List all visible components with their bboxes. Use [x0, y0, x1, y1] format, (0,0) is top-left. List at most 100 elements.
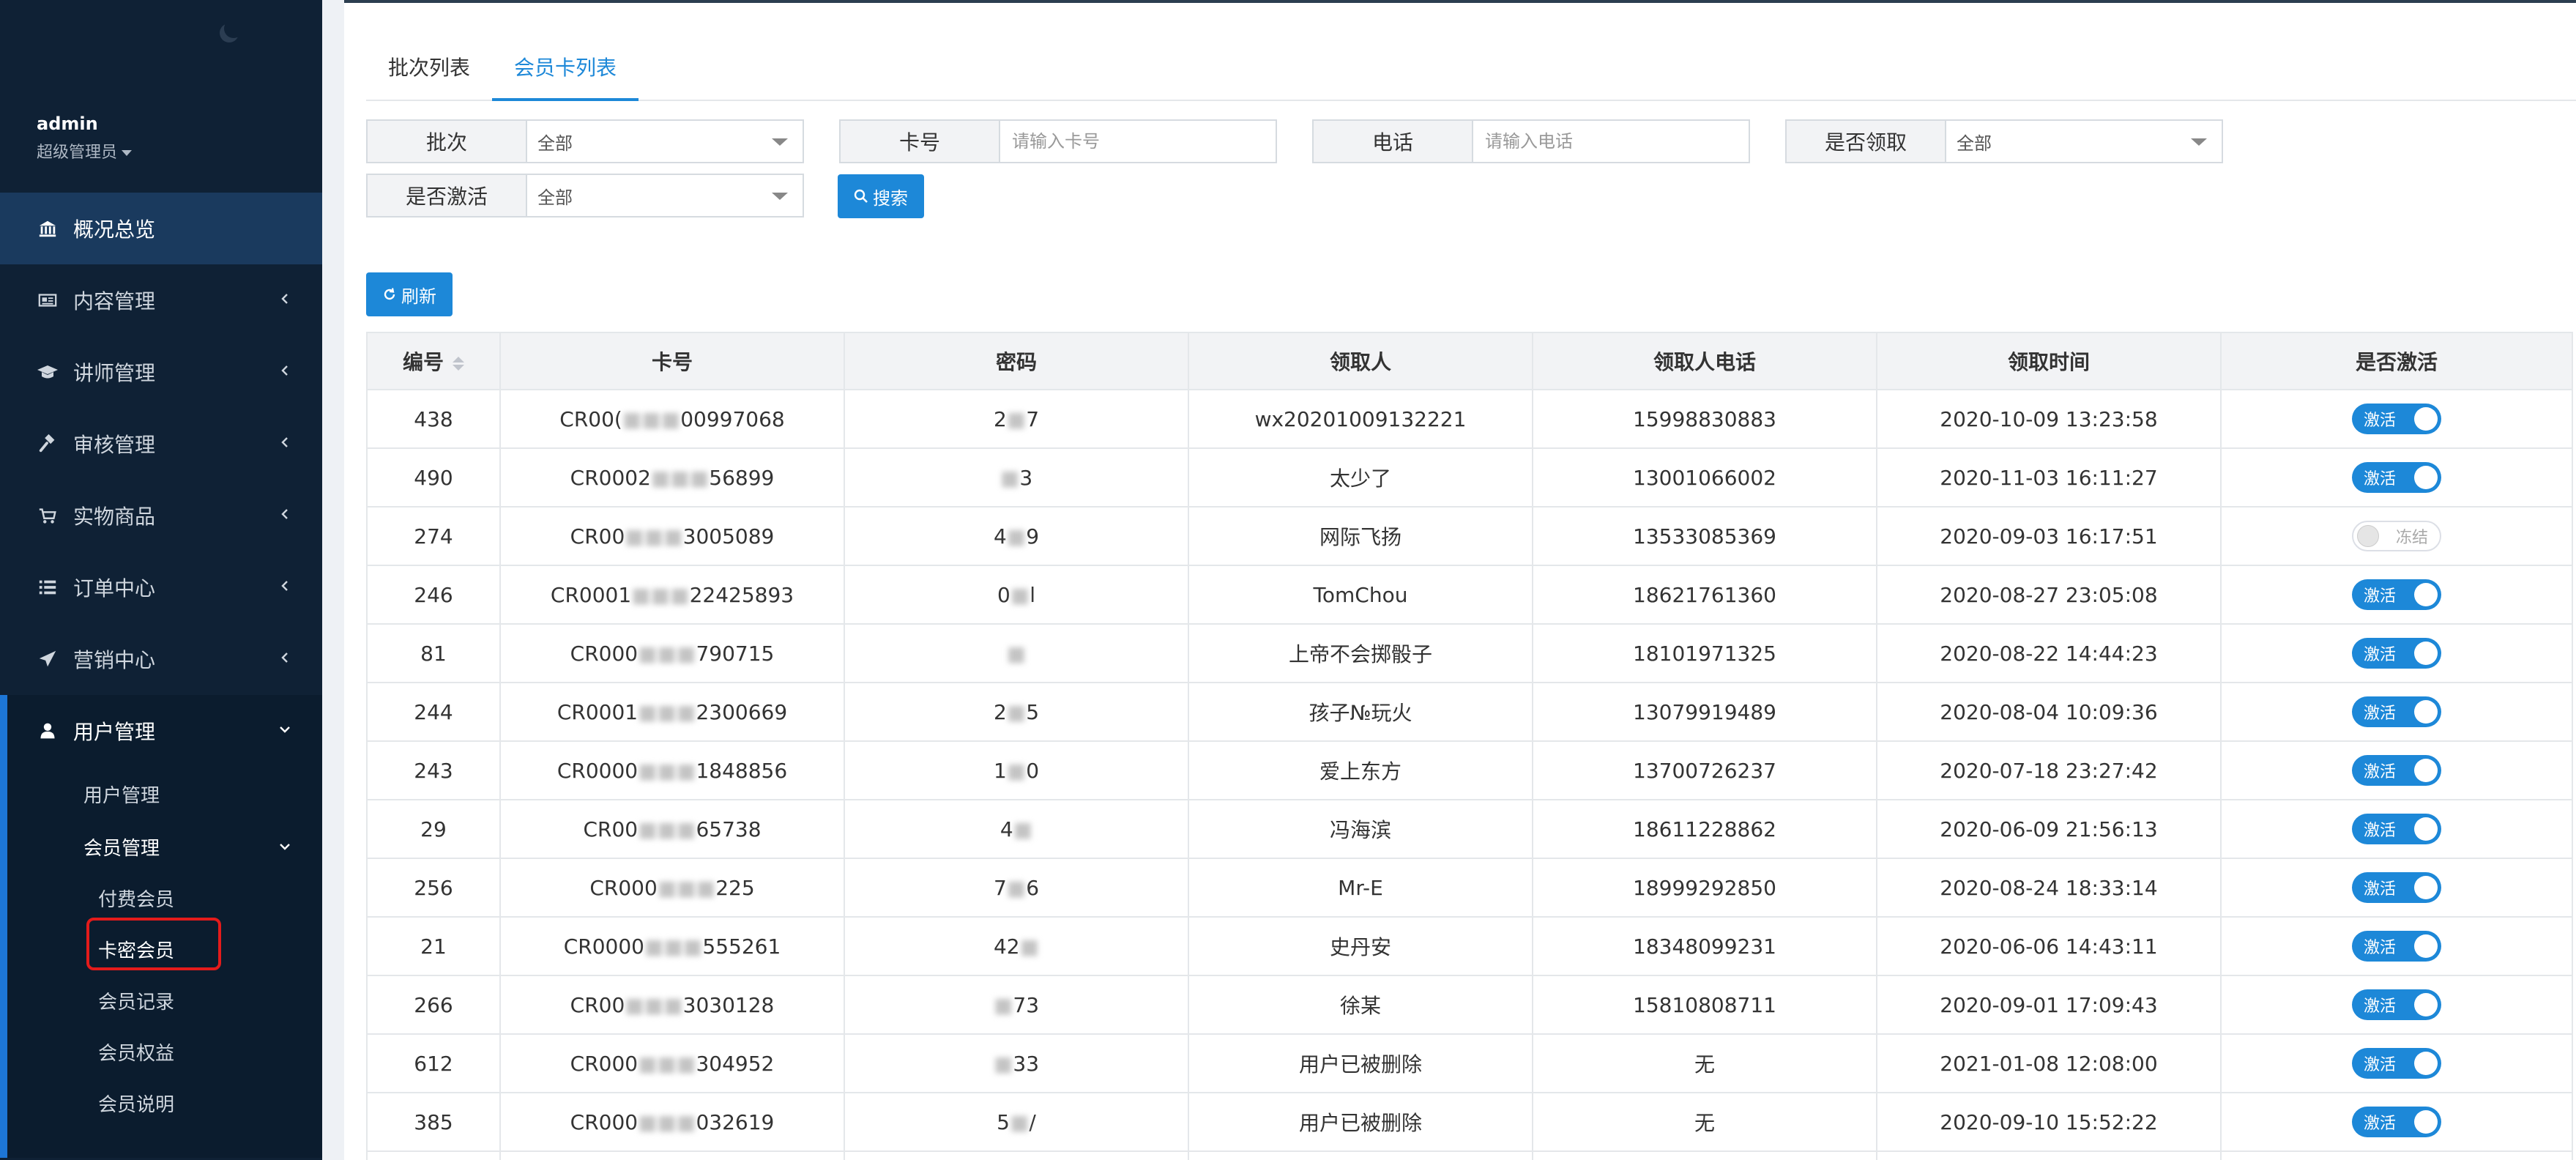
cell-id: 21 — [366, 916, 501, 976]
chevron-left-icon — [281, 509, 288, 519]
sidebar-subitem-member-management[interactable]: 会员管理 — [7, 821, 322, 872]
moon-icon — [224, 19, 243, 38]
cell-id: 244 — [366, 682, 501, 742]
password-prefix: 0 — [997, 582, 1010, 607]
card-no-suffix: 3005089 — [682, 524, 775, 549]
refresh-icon — [384, 288, 395, 300]
tab-card-list[interactable]: 会员卡列表 — [492, 44, 639, 101]
card-no-masked: ■■■ — [622, 406, 681, 431]
refresh-button[interactable]: 刷新 — [366, 272, 453, 316]
sidebar-member-item[interactable]: 会员说明 — [7, 1077, 322, 1129]
card-no-suffix: 3030128 — [682, 992, 775, 1017]
activation-toggle[interactable]: 激活 — [2352, 1107, 2441, 1137]
sidebar-item-users[interactable]: 用户管理 — [7, 695, 322, 767]
card-no-masked: ■■■ — [638, 1051, 696, 1076]
sidebar-item-newspaper[interactable]: 内容管理 — [0, 264, 322, 336]
cell-receiver-phone: 15810808711 — [1532, 975, 1877, 1035]
activation-toggle[interactable]: 激活 — [2352, 931, 2441, 962]
toggle-label: 激活 — [2364, 822, 2397, 840]
cell-receiver-phone: 13079919489 — [1532, 682, 1877, 742]
table-row: 612 CR000■■■304952 ■33 用户已被删除无 2021-01-08 12… — [366, 1033, 2573, 1093]
user-role-dropdown[interactable]: 超级管理员 — [37, 139, 133, 163]
sidebar-item-bank[interactable]: 概况总览 — [0, 193, 322, 264]
cell-password: 06008■ — [844, 1150, 1189, 1160]
activation-toggle[interactable]: 激活 — [2352, 872, 2441, 903]
batch-select[interactable]: 全部 — [527, 121, 803, 162]
sidebar-menu: 概况总览 内容管理 讲师管理 审核管理 实物商品 订单中心 营销中心 用户管理 用户管理 会员管理… — [0, 193, 322, 1158]
card-no-masked: ■■■ — [650, 465, 710, 490]
activation-toggle[interactable]: 激活 — [2352, 696, 2441, 727]
sidebar-member-item[interactable]: 会员记录 — [7, 975, 322, 1026]
paper-plane-icon — [37, 648, 59, 670]
chevron-left-icon — [281, 581, 288, 591]
activation-toggle[interactable]: 激活 — [2352, 462, 2441, 493]
topbar-line — [344, 0, 2576, 3]
chevron-down-icon — [772, 193, 788, 200]
password-masked: ■ — [1010, 582, 1030, 607]
table-row: 490 CR0002■■■56899 ■3 太少了 13001066002 2020-11… — [366, 447, 2573, 508]
sidebar-item-label: 实物商品 — [73, 505, 156, 529]
password-suffix: 0 — [1026, 758, 1040, 783]
sidebar-member-item-label: 付费会员 — [98, 888, 175, 911]
toggle-label: 激活 — [2364, 1115, 2397, 1133]
cell-receiver — [1188, 1150, 1533, 1160]
toggle-knob — [2414, 1110, 2438, 1134]
cell-card-no: CR00■■■65738 — [499, 799, 845, 859]
table-row: 256 CR000■■■225 7■6 Mr-E 18999292850 2020-08-… — [366, 858, 2573, 918]
activation-toggle[interactable]: 激活 — [2352, 638, 2441, 669]
cell-id: 29 — [366, 799, 501, 859]
table-row: 619CR00■■■5198127206008■ 激活 — [366, 1150, 2573, 1160]
cell-receive-time: 2020-10-09 13:23:58 — [1876, 389, 2222, 449]
chevron-down-icon — [772, 138, 788, 146]
activated-select[interactable]: 全部 — [527, 175, 803, 216]
filter-phone: 电话 — [1312, 119, 1750, 163]
table-row: 385 CR000■■■032619 5■/用户已被删除无 2020-09-10 15… — [366, 1092, 2573, 1152]
toggle-knob — [2414, 1052, 2438, 1075]
card-no-suffix: 225 — [715, 875, 755, 900]
card-no-masked: ■■■ — [638, 1109, 696, 1134]
sidebar-item-cart[interactable]: 实物商品 — [0, 480, 322, 551]
activation-toggle[interactable]: 激活 — [2352, 755, 2441, 786]
card-no-suffix: 22425893 — [689, 582, 794, 607]
sidebar-member-item[interactable]: 会员权益 — [7, 1026, 322, 1077]
cell-activated: 激活 — [2220, 799, 2573, 859]
toggle-knob — [2414, 407, 2438, 431]
cell-card-no: CR000■■■032619 — [499, 1092, 845, 1152]
table-row: 29 CR00■■■65738 4■ 冯海滨 18611228862 2020-06-09… — [366, 799, 2573, 859]
sidebar-subitem-user-management[interactable]: 用户管理 — [7, 767, 322, 821]
sidebar-item-graduation-cap[interactable]: 讲师管理 — [0, 336, 322, 408]
user-role-label: 超级管理员 — [37, 144, 118, 162]
activation-toggle[interactable]: 激活 — [2352, 404, 2441, 434]
search-button[interactable]: 搜索 — [838, 174, 924, 218]
cell-receive-time: 2020-08-27 23:05:08 — [1876, 565, 2222, 625]
cell-password: 2■5 — [844, 682, 1189, 742]
table-row: 243 CR0000■■■1848856 1■0 爱上东方 13700726237 202… — [366, 740, 2573, 800]
card-no-masked: ■■■ — [638, 758, 696, 783]
activation-toggle[interactable]: 激活 — [2352, 1048, 2441, 1079]
activation-toggle[interactable]: 激活 — [2352, 814, 2441, 844]
phone-input[interactable] — [1484, 130, 1749, 152]
password-suffix: 7 — [1026, 406, 1040, 431]
sort-icon[interactable] — [453, 356, 464, 371]
sidebar-item-paper-plane[interactable]: 营销中心 — [0, 623, 322, 695]
cell-card-no: CR00(■■■00997068 — [499, 389, 845, 449]
activation-toggle[interactable]: 激活 — [2352, 579, 2441, 610]
card-no-masked: ■■■ — [638, 699, 696, 724]
received-select[interactable]: 全部 — [1946, 121, 2222, 162]
card-no-input[interactable] — [1010, 130, 1276, 152]
tab-batch-list[interactable]: 批次列表 — [366, 44, 492, 100]
sidebar-item-list[interactable]: 订单中心 — [0, 551, 322, 623]
sidebar-member-item[interactable]: 付费会员 — [7, 872, 322, 923]
cell-id: 81 — [366, 623, 501, 683]
column-header-activated: 是否激活 — [2220, 332, 2573, 390]
card-no-prefix: CR000 — [570, 1109, 639, 1134]
activation-toggle[interactable]: 激活 — [2352, 989, 2441, 1020]
cell-receive-time: 2021-01-08 12:08:00 — [1876, 1033, 2222, 1093]
chevron-down-icon — [280, 726, 290, 733]
cell-receiver: 上帝不会掷骰子 — [1188, 623, 1533, 683]
activation-toggle[interactable]: 冻结 — [2352, 521, 2441, 551]
column-header-id[interactable]: 编号 — [366, 332, 501, 390]
sidebar-item-gavel[interactable]: 审核管理 — [0, 408, 322, 480]
cell-card-no: CR0000■■■1848856 — [499, 740, 845, 800]
cell-receiver-phone: 无 — [1532, 1092, 1877, 1152]
